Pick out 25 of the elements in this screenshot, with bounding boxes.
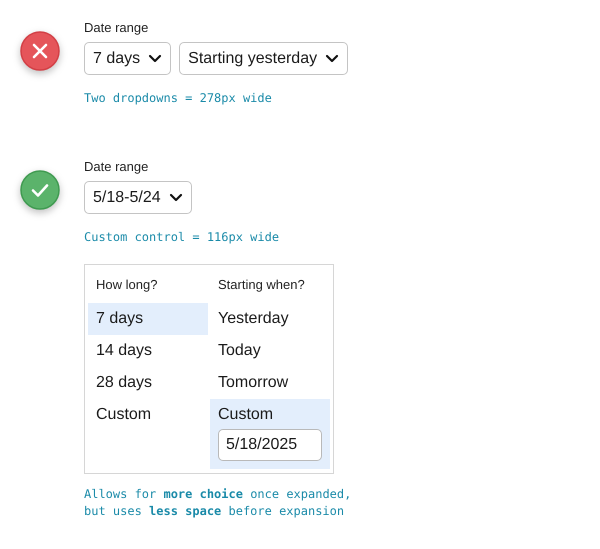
column-heading: Starting when?: [217, 277, 306, 293]
option-item[interactable]: Yesterday: [210, 303, 330, 335]
dropdown[interactable]: 5/18-5/24: [84, 181, 192, 214]
note-text: but uses less space before expansion: [84, 503, 346, 520]
caption: Custom control = 116px wide: [84, 229, 280, 246]
option-item[interactable]: 28 days: [88, 367, 208, 399]
chevron-icon: [148, 54, 162, 63]
option-item[interactable]: Custom 5/18/2025: [210, 399, 330, 469]
option-item[interactable]: Today: [210, 335, 330, 367]
option-item[interactable]: 7 days: [88, 303, 208, 335]
checkmark-icon: [20, 170, 60, 210]
chevron-icon: [168, 193, 183, 202]
column-heading: How long?: [95, 277, 158, 293]
note-text: Allows for more choice once expanded,: [84, 486, 352, 503]
field-label: Date range: [84, 159, 150, 175]
chevron-icon: [325, 54, 340, 63]
close-icon: [20, 31, 60, 71]
caption: Two dropdowns = 278px wide: [84, 90, 273, 107]
option-item[interactable]: Tomorrow: [210, 367, 330, 399]
dropdown[interactable]: Starting yesterday: [179, 42, 348, 75]
dropdown[interactable]: 7 days: [84, 42, 172, 75]
option-item[interactable]: 14 days: [88, 335, 208, 367]
field-label: Date range: [84, 20, 150, 36]
option-item[interactable]: Custom: [88, 399, 208, 431]
date-input[interactable]: 5/18/2025: [218, 429, 322, 461]
